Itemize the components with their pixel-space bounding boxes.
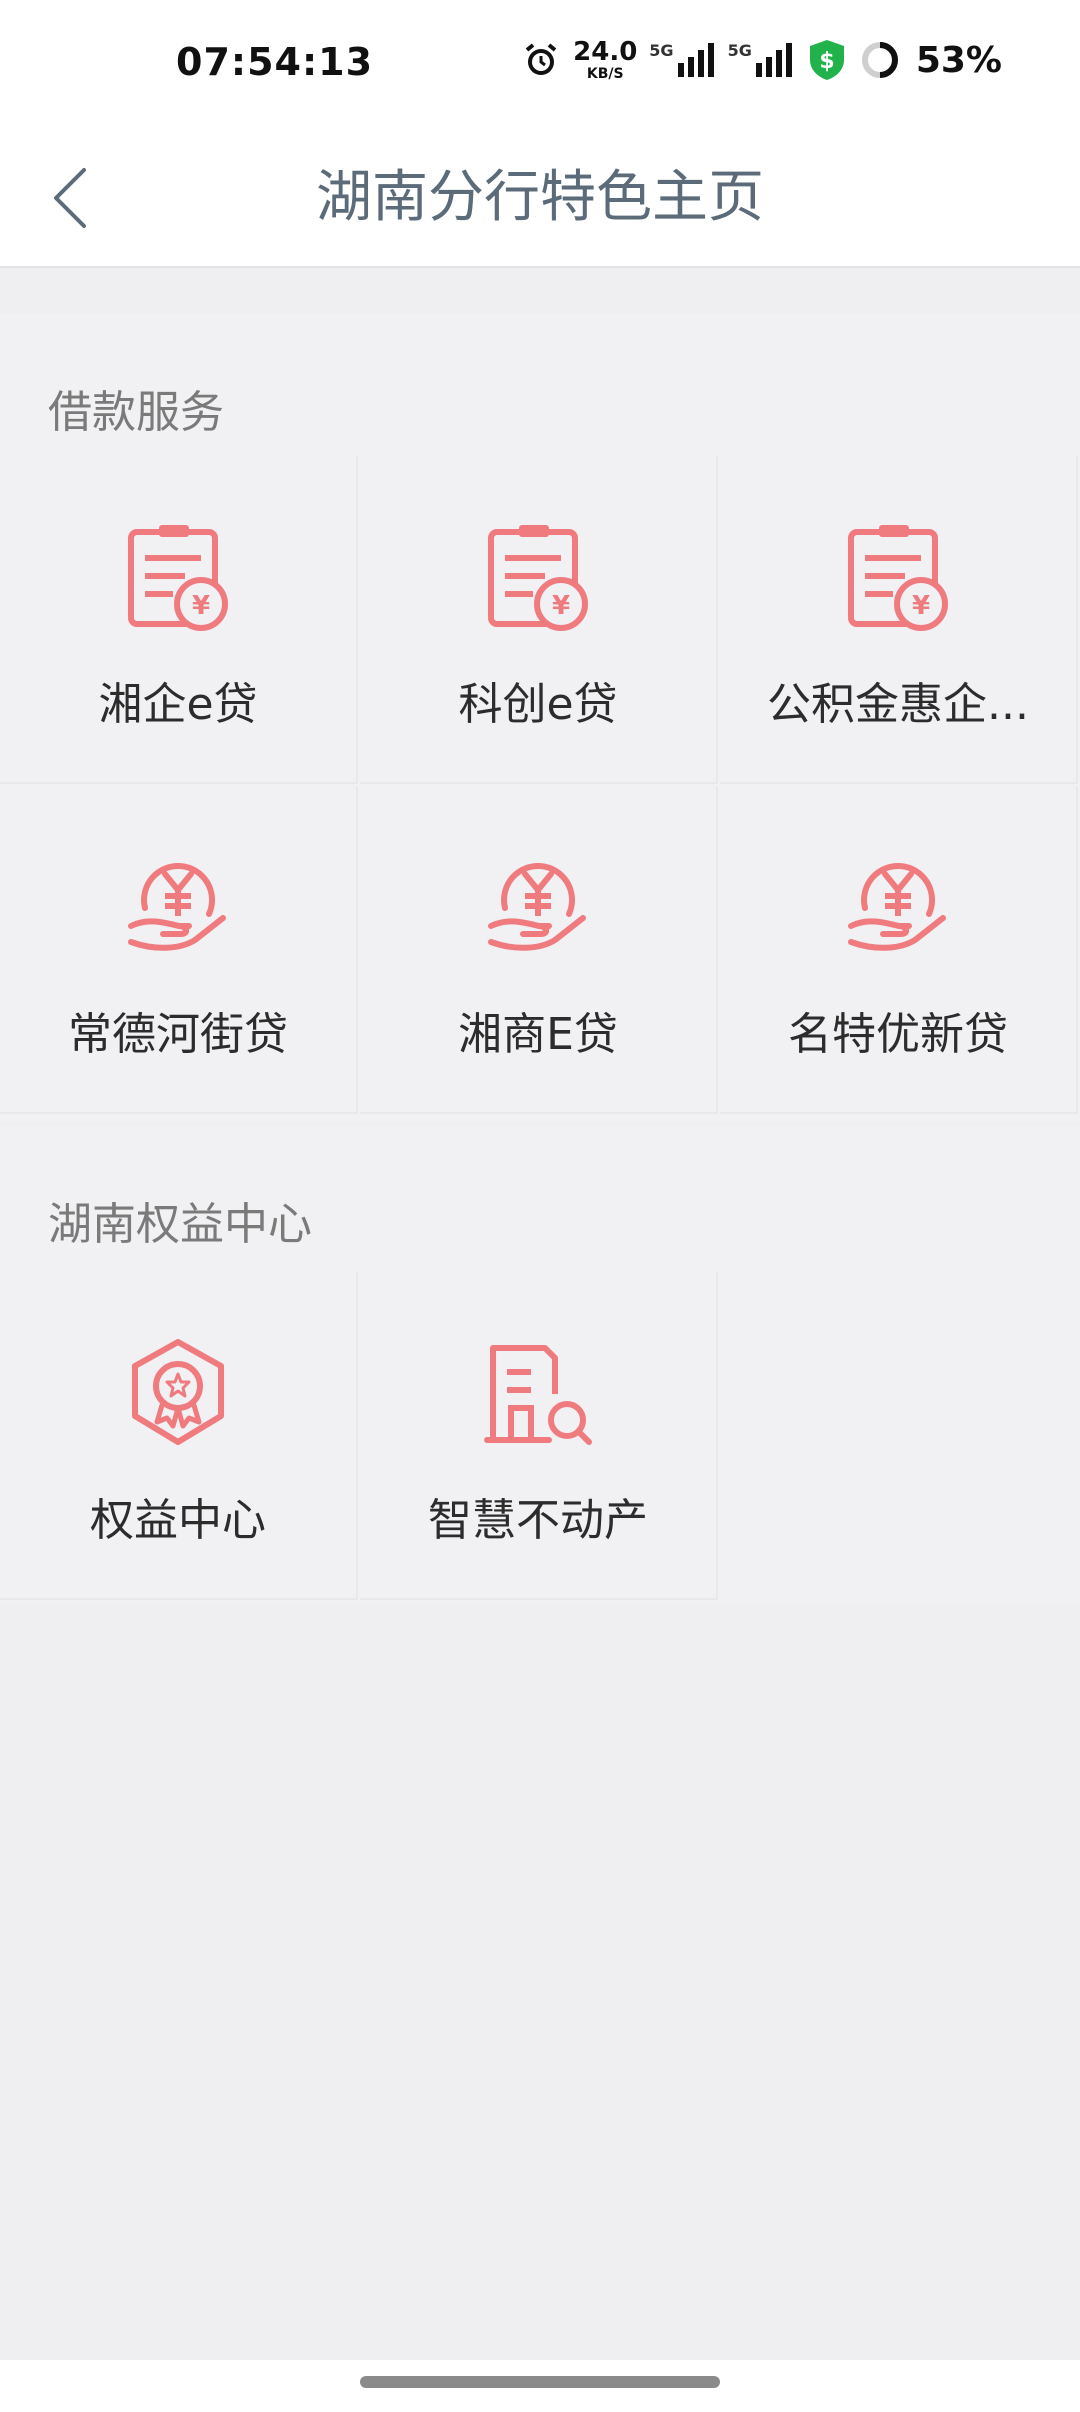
service-xiangqi-edai[interactable]: ¥ 湘企e贷 [0, 456, 358, 784]
hand-yen-icon [483, 852, 593, 962]
status-icons: 24.0 KB/S 5G 5G $ 53% [521, 38, 1002, 82]
service-changde-hejie[interactable]: 常德河街贷 [0, 786, 358, 1114]
battery-level: 53% [915, 39, 1002, 81]
hand-yen-icon [123, 852, 233, 962]
section-title: 湖南权益中心 [48, 1199, 312, 1250]
service-label: 智慧不动产 [428, 1495, 648, 1546]
nav-bar: 湖南分行特色主页 [0, 130, 1080, 268]
service-label: 湘企e贷 [98, 679, 258, 730]
signal-5g-icon: 5G [728, 41, 794, 79]
signal-5g-icon: 5G [649, 41, 715, 79]
network-speed: 24.0 KB/S [573, 39, 637, 81]
security-shield-icon: $ [806, 38, 848, 82]
service-label: 公积金惠企... [767, 679, 1029, 730]
hand-yen-icon [843, 852, 953, 962]
badge-icon [123, 1338, 233, 1448]
service-label: 常德河街贷 [68, 1009, 288, 1060]
page-title: 湖南分行特色主页 [316, 165, 764, 230]
service-gongjijin-huiqi[interactable]: ¥ 公积金惠企... [720, 456, 1078, 784]
home-indicator[interactable] [360, 2376, 720, 2388]
service-rights-center[interactable]: 权益中心 [0, 1272, 358, 1600]
svg-text:¥: ¥ [192, 591, 210, 621]
service-label: 科创e贷 [458, 679, 618, 730]
service-label: 名特优新贷 [788, 1009, 1008, 1060]
service-xiangshang-edai[interactable]: 湘商E贷 [360, 786, 718, 1114]
clipboard-yen-icon: ¥ [123, 522, 233, 632]
alarm-icon [521, 40, 561, 80]
svg-text:¥: ¥ [552, 591, 570, 621]
svg-text:¥: ¥ [912, 591, 930, 621]
service-smart-real-estate[interactable]: 智慧不动产 [360, 1272, 718, 1600]
clipboard-yen-icon: ¥ [843, 522, 953, 632]
net-speed-unit: KB/S [586, 66, 624, 82]
building-search-icon [483, 1338, 593, 1448]
status-time: 07:54:13 [176, 40, 374, 84]
section-rights-center: 湖南权益中心 权益中心 智慧不动产 [0, 1126, 1080, 1604]
section-loan-services: 借款服务 ¥ 湘企e贷 ¥ 科创e贷 ¥ 公积金惠企... 常德河街贷 湘商E贷… [0, 314, 1080, 1122]
section-title: 借款服务 [48, 387, 224, 438]
status-bar: 07:54:13 24.0 KB/S 5G 5G $ 53% [0, 0, 1080, 130]
service-mingteyou-xin[interactable]: 名特优新贷 [720, 786, 1078, 1114]
gesture-bar [0, 2360, 1080, 2412]
signal2-label: 5G [727, 41, 752, 60]
service-label: 权益中心 [90, 1495, 266, 1546]
service-kechuang-edai[interactable]: ¥ 科创e贷 [360, 456, 718, 784]
battery-ring-icon [860, 40, 900, 80]
net-speed-value: 24.0 [573, 37, 638, 67]
service-label: 湘商E贷 [458, 1009, 618, 1060]
signal1-label: 5G [649, 41, 674, 60]
svg-text:$: $ [819, 49, 834, 74]
clipboard-yen-icon: ¥ [483, 522, 593, 632]
